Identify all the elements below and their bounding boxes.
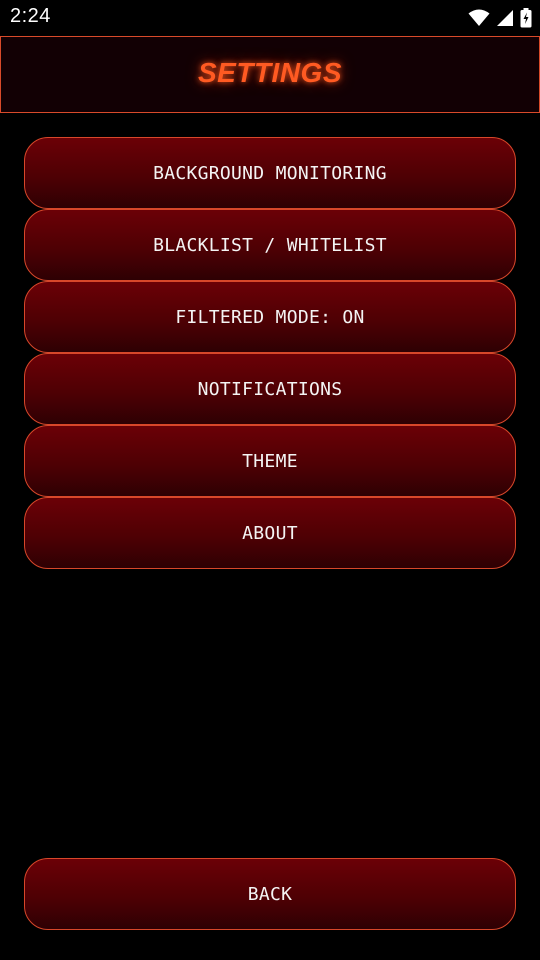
about-label: ABOUT bbox=[242, 522, 298, 544]
back-label: BACK bbox=[247, 883, 293, 905]
blacklist-whitelist-label: BLACKLIST / WHITELIST bbox=[153, 234, 387, 256]
wifi-icon bbox=[468, 9, 490, 27]
blacklist-whitelist-button[interactable]: BLACKLIST / WHITELIST bbox=[24, 209, 516, 281]
status-bar: 2:24 bbox=[0, 0, 540, 36]
filtered-mode-label: FILTERED MODE: ON bbox=[175, 306, 365, 328]
settings-menu: BACKGROUND MONITORING BLACKLIST / WHITEL… bbox=[24, 137, 516, 569]
filtered-mode-button[interactable]: FILTERED MODE: ON bbox=[24, 281, 516, 353]
background-monitoring-label: BACKGROUND MONITORING bbox=[153, 162, 387, 184]
settings-header: SETTINGS bbox=[0, 36, 540, 113]
back-button[interactable]: BACK bbox=[24, 858, 516, 930]
battery-charging-icon bbox=[520, 8, 532, 28]
about-button[interactable]: ABOUT bbox=[24, 497, 516, 569]
signal-icon bbox=[496, 9, 514, 27]
notifications-label: NOTIFICATIONS bbox=[197, 378, 343, 400]
page-title: SETTINGS bbox=[197, 57, 342, 88]
background-monitoring-button[interactable]: BACKGROUND MONITORING bbox=[24, 137, 516, 209]
theme-button[interactable]: THEME bbox=[24, 425, 516, 497]
theme-label: THEME bbox=[242, 450, 298, 472]
status-icons bbox=[468, 7, 532, 29]
status-time: 2:24 bbox=[10, 5, 51, 27]
notifications-button[interactable]: NOTIFICATIONS bbox=[24, 353, 516, 425]
